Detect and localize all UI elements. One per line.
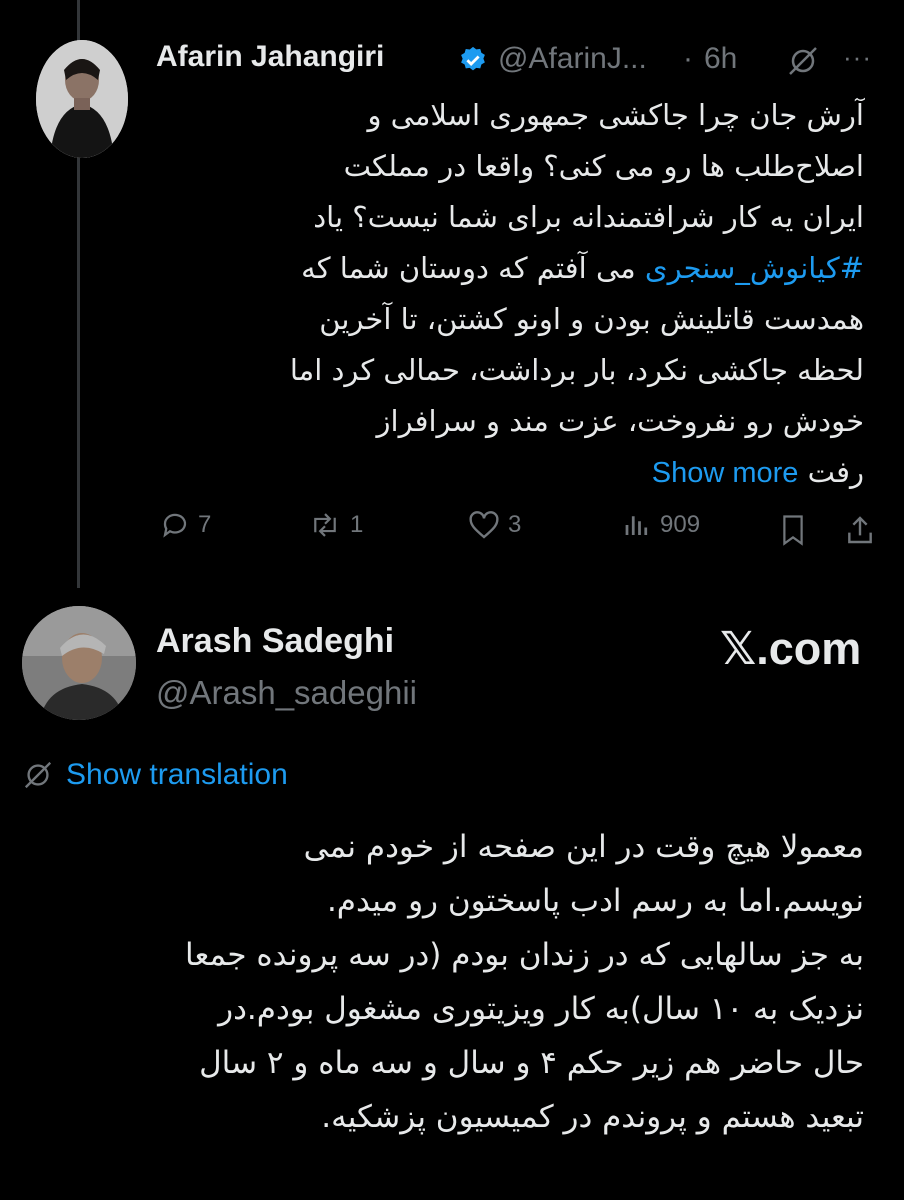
- repost-button[interactable]: 1: [308, 510, 363, 540]
- bookmark-icon[interactable]: [778, 514, 808, 546]
- avatar-arash[interactable]: [22, 606, 136, 720]
- author-handle[interactable]: @Arash_sadeghii: [156, 674, 417, 712]
- grok-icon[interactable]: [786, 46, 820, 76]
- x-com-watermark: 𝕏.com: [720, 623, 862, 674]
- tweet-line-text: رفت: [807, 455, 864, 489]
- tweet-line: به جز سالهایی که در زندان بودم (در سه پر…: [185, 937, 864, 973]
- separator-dot: ·: [683, 42, 693, 75]
- tweet-line: ایران یه کار شرافتمندانه برای شما نیست؟ …: [313, 200, 864, 234]
- verified-badge-icon: [461, 46, 485, 71]
- tweet-body: معمولا هیچ وقت در این صفحه از خودم نمی ن…: [14, 820, 864, 1144]
- views-button[interactable]: 909: [622, 510, 700, 540]
- tweet-line: رفت Show more: [144, 447, 864, 499]
- reply-button[interactable]: 7: [160, 510, 211, 540]
- tweet-line: آرش جان چرا جاکشی جمهوری اسلامی و: [367, 98, 864, 132]
- hashtag-link[interactable]: #کیانوش_سنجری: [645, 251, 864, 285]
- tweet-line: معمولا هیچ وقت در این صفحه از خودم نمی: [303, 829, 864, 865]
- tweet-line: لحظه جاکشی نکرد، بار برداشت، حمالی کرد ا…: [289, 353, 864, 387]
- tweet-line: نزدیک به ۱۰ سال)به کار ویزیتوری مشغول بو…: [218, 991, 864, 1027]
- tweet-line: نویسم.اما به رسم ادب پاسختون رو میدم.: [326, 883, 864, 919]
- author-name[interactable]: Arash Sadeghi: [156, 622, 394, 661]
- share-icon[interactable]: [844, 514, 876, 546]
- heart-icon: [469, 511, 499, 539]
- tweet-line: تبعید هستم و پروندم در کمیسیون پزشکیه.: [321, 1099, 864, 1135]
- show-translation-label[interactable]: Show translation: [66, 758, 288, 792]
- like-count: 3: [508, 511, 522, 538]
- reply-count: 7: [198, 511, 212, 538]
- tweet-line: #کیانوش_سنجری می آفتم که دوستان شما که: [144, 243, 864, 294]
- tweet-body: آرش جان چرا جاکشی جمهوری اسلامی و اصلاح‌…: [144, 90, 864, 499]
- like-button[interactable]: 3: [468, 510, 521, 540]
- tweet-actions: 7 1 3 909: [150, 510, 890, 550]
- tweet-line: همدست قاتلینش بودن و اونو کشتن، تا آخرین: [319, 302, 864, 336]
- tweet-line-text: می آفتم که دوستان شما که: [301, 251, 636, 285]
- repost-count: 1: [350, 511, 364, 538]
- reply-icon: [163, 513, 187, 538]
- show-translation-link[interactable]: Show translation: [22, 758, 288, 792]
- avatar-afarin[interactable]: [36, 40, 128, 158]
- analytics-icon: [625, 516, 648, 535]
- tweet-line: خودش رو نفروخت، عزت مند و سرافراز: [376, 404, 864, 438]
- author-handle[interactable]: @AfarinJ...: [498, 42, 647, 76]
- translate-icon: [24, 761, 52, 789]
- show-more-link[interactable]: Show more: [652, 457, 799, 489]
- tweet-time[interactable]: 6h: [704, 42, 737, 76]
- more-options-icon[interactable]: ···: [843, 42, 872, 73]
- tweet-line: حال حاضر هم زیر حکم ۴ و سال و سه ماه و ۲…: [199, 1045, 864, 1081]
- tweet-line: اصلاح‌طلب ها رو می کنی؟ واقعا در مملکت: [343, 149, 864, 183]
- repost-icon: [314, 513, 336, 537]
- view-count: 909: [660, 511, 701, 538]
- author-name[interactable]: Afarin Jahangiri: [156, 40, 384, 74]
